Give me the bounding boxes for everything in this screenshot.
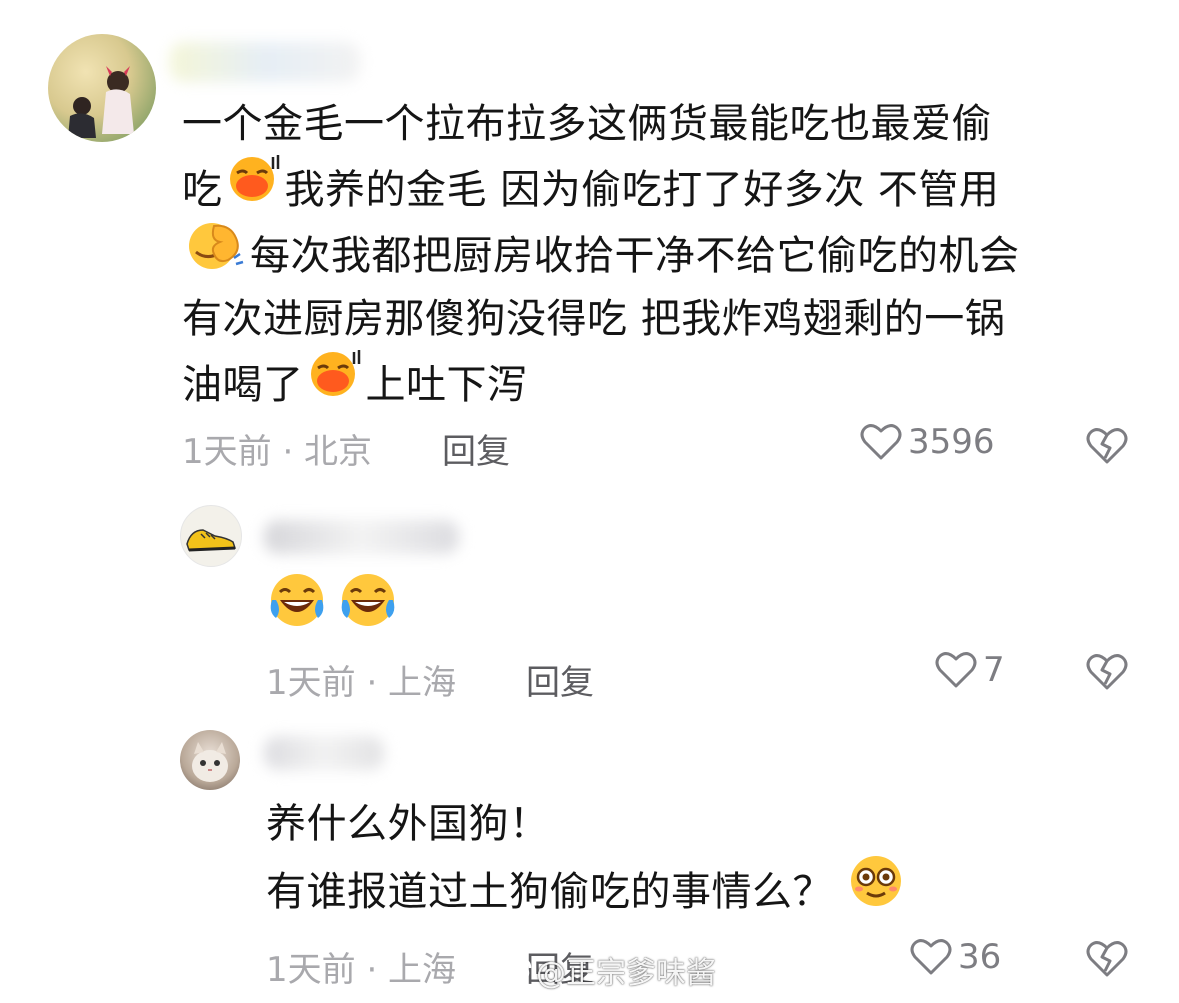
like-button[interactable]: 36 [910, 937, 1001, 977]
like-count: 36 [958, 937, 1002, 977]
username-blurred[interactable] [264, 736, 384, 770]
comment-text: 养什么外国狗！ 有谁报道过土狗偷吃的事情么？ [266, 792, 907, 922]
weibo-watermark: @正宗爹味酱 [500, 948, 716, 992]
weibo-logo-icon [500, 958, 532, 984]
cat-avatar-icon [192, 742, 228, 782]
watermark-text: @正宗爹味酱 [536, 956, 716, 991]
heart-icon [910, 939, 952, 975]
comment-line: 养什么外国狗！ [266, 801, 550, 847]
dislike-broken-heart-icon[interactable] [1086, 939, 1128, 979]
user-avatar[interactable] [180, 730, 240, 790]
comment-meta: 1天前 · 上海 [266, 950, 457, 990]
dizzy-eyes-emoji-icon [847, 853, 905, 927]
comment-line: 有谁报道过土狗偷吃的事情么？ [266, 856, 907, 922]
comment-3: 养什么外国狗！ 有谁报道过土狗偷吃的事情么？ 1天前 · 上海 回复 36 [0, 0, 1179, 1003]
